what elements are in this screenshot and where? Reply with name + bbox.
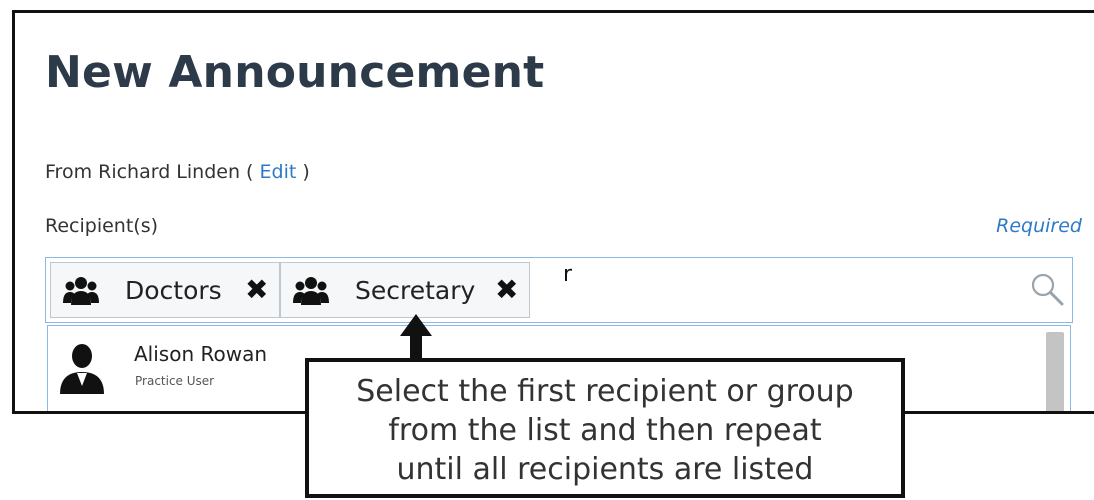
user-icon (60, 344, 104, 394)
search-icon[interactable] (1030, 272, 1064, 306)
edit-link[interactable]: Edit (260, 161, 297, 183)
scrollbar-thumb[interactable] (1046, 332, 1064, 411)
recipient-input[interactable]: Doctors ✖ Secretary ✖ r (45, 257, 1073, 323)
edit-close-paren: ) (296, 161, 310, 183)
callout-arrow-icon (400, 314, 432, 360)
remove-doctors-icon[interactable]: ✖ (245, 273, 268, 306)
from-text: From Richard Linden (45, 161, 241, 183)
callout-line: Select the first recipient or group (356, 374, 854, 409)
screenshot-frame: New Announcement From Richard Linden ( E… (12, 10, 1094, 414)
recipient-chip-label: Secretary (355, 276, 476, 305)
recipient-chip-secretary[interactable]: Secretary ✖ (280, 262, 530, 318)
page-title: New Announcement (45, 47, 545, 98)
callout-line: from the list and then repeat (388, 413, 822, 448)
recipient-search-text[interactable]: r (563, 262, 572, 287)
recipient-chip-label: Doctors (125, 276, 222, 305)
callout-line: until all recipients are listed (396, 452, 814, 487)
user-group-icon (63, 277, 99, 305)
recipient-chip-doctors[interactable]: Doctors ✖ (50, 262, 280, 318)
suggestion-name: Alison Rowan (134, 342, 268, 366)
callout-text: Select the first recipient or group from… (309, 372, 901, 489)
suggestion-role: Practice User (135, 374, 215, 388)
recipients-label: Recipient(s) (45, 215, 159, 237)
edit-open-paren: ( (240, 161, 260, 183)
from-line: From Richard Linden ( Edit ) (45, 161, 310, 183)
required-label: Required (996, 215, 1082, 237)
user-group-icon (293, 277, 329, 305)
remove-secretary-icon[interactable]: ✖ (495, 273, 518, 306)
instruction-callout: Select the first recipient or group from… (305, 358, 905, 498)
